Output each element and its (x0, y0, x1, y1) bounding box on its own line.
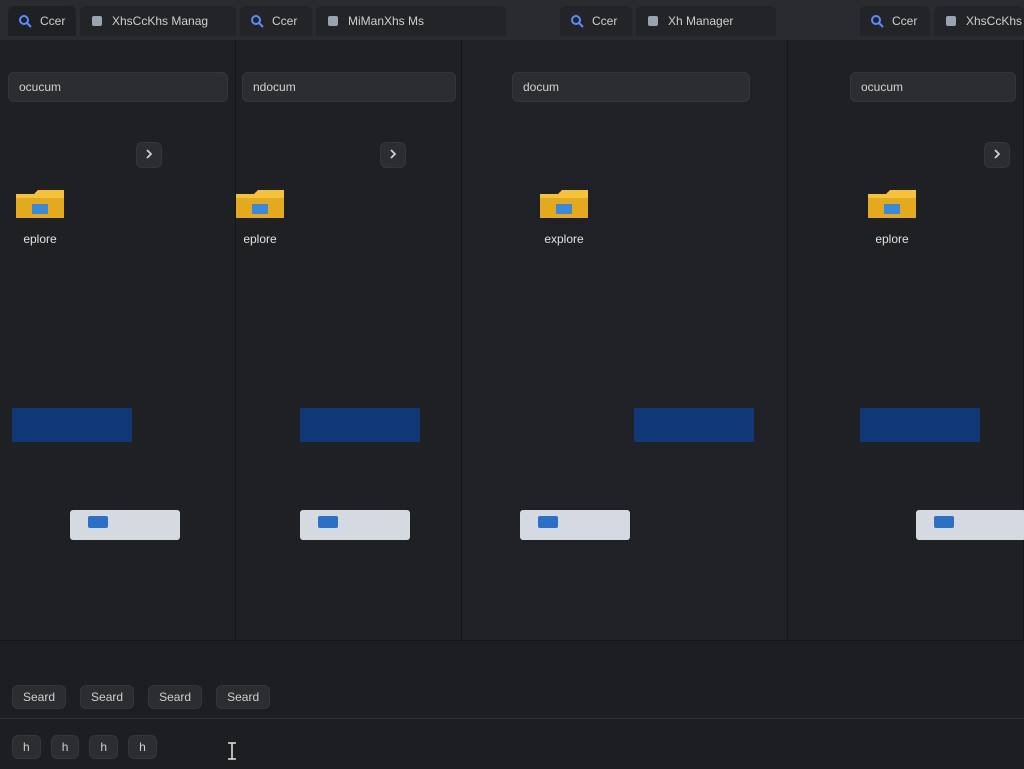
footer-item-1[interactable]: h (12, 735, 41, 759)
search-pill-2[interactable]: Seard (80, 685, 135, 709)
blue-selection-1 (12, 408, 132, 442)
tab-4-label: MiManXhs Ms (348, 14, 425, 28)
mini-window-1 (70, 510, 180, 540)
folder-item-3[interactable]: explore (504, 184, 624, 254)
chevron-right-icon (992, 148, 1002, 162)
search-pill-4[interactable]: Seard (216, 685, 271, 709)
top-tab-strip: Ccer XhsCcKhs Manag Ccer MiManXhs Ms Cce… (0, 0, 1024, 41)
tab-2-label: XhsCcKhs Manag (112, 14, 209, 28)
footer-row: h h h h (0, 726, 1024, 768)
pane-1 (0, 40, 236, 640)
address-bar-2-text: ndocum (253, 80, 296, 94)
search-pill-1[interactable]: Seard (12, 685, 67, 709)
search-icon (250, 14, 264, 28)
chevron-right-button-3[interactable] (984, 142, 1010, 168)
tab-1[interactable]: Ccer (8, 6, 76, 36)
mini-window-2 (300, 510, 410, 540)
tab-3-label: Ccer (272, 14, 298, 28)
tab-5[interactable]: Ccer (560, 6, 632, 36)
tab-7-label: Ccer (892, 14, 918, 28)
folder-item-4-label: eplore (875, 232, 909, 246)
pane-2 (236, 40, 462, 640)
chevron-right-button-2[interactable] (380, 142, 406, 168)
pane-4 (788, 40, 1024, 640)
address-bar-4-text: ocucum (861, 80, 904, 94)
tab-4[interactable]: MiManXhs Ms (316, 6, 506, 36)
tab-7[interactable]: Ccer (860, 6, 930, 36)
app-icon (944, 14, 958, 28)
address-bar-1-text: ocucum (19, 80, 62, 94)
tab-8-label: XhsCcKhs Manager (966, 14, 1024, 28)
folder-icon (536, 184, 592, 222)
tab-1-label: Ccer (40, 14, 66, 28)
mini-window-4 (916, 510, 1024, 540)
address-bar-4[interactable]: ocucum (850, 72, 1016, 102)
blue-selection-2 (300, 408, 420, 442)
folder-icon (12, 184, 68, 222)
tab-6-label: Xh Manager (668, 14, 734, 28)
blue-selection-3 (634, 408, 754, 442)
address-bar-3-text: docum (523, 80, 560, 94)
pane-3 (462, 40, 788, 640)
folder-item-1[interactable]: eplore (0, 184, 100, 254)
footer-item-4[interactable]: h (128, 735, 157, 759)
folder-item-4[interactable]: eplore (832, 184, 952, 254)
folder-item-2[interactable]: eplore (200, 184, 320, 254)
search-icon (870, 14, 884, 28)
folder-item-3-label: explore (544, 232, 584, 246)
tab-5-label: Ccer (592, 14, 618, 28)
bottom-separator (0, 718, 1024, 719)
folder-item-2-label: eplore (243, 232, 277, 246)
footer-item-3[interactable]: h (89, 735, 119, 759)
address-bar-3[interactable]: docum (512, 72, 750, 102)
search-icon (18, 14, 32, 28)
chevron-right-icon (144, 148, 154, 162)
folder-icon (232, 184, 288, 222)
bottom-search-row: Seard Seard Seard Seard (0, 684, 1024, 710)
app-icon (90, 14, 104, 28)
folder-icon (864, 184, 920, 222)
app-icon (646, 14, 660, 28)
blue-selection-4 (860, 408, 980, 442)
chevron-right-button-1[interactable] (136, 142, 162, 168)
app-icon (326, 14, 340, 28)
address-bar-2[interactable]: ndocum (242, 72, 456, 102)
search-icon (570, 14, 584, 28)
folder-item-1-label: eplore (23, 232, 57, 246)
text-cursor-icon (226, 742, 238, 760)
footer-item-2[interactable]: h (50, 735, 80, 759)
tab-3[interactable]: Ccer (240, 6, 312, 36)
mini-window-3 (520, 510, 630, 540)
address-bar-1[interactable]: ocucum (8, 72, 228, 102)
search-pill-3[interactable]: Seard (148, 685, 203, 709)
chevron-right-icon (388, 148, 398, 162)
tab-8[interactable]: XhsCcKhs Manager (934, 6, 1024, 36)
tab-6[interactable]: Xh Manager (636, 6, 776, 36)
tab-2[interactable]: XhsCcKhs Manag (80, 6, 236, 36)
